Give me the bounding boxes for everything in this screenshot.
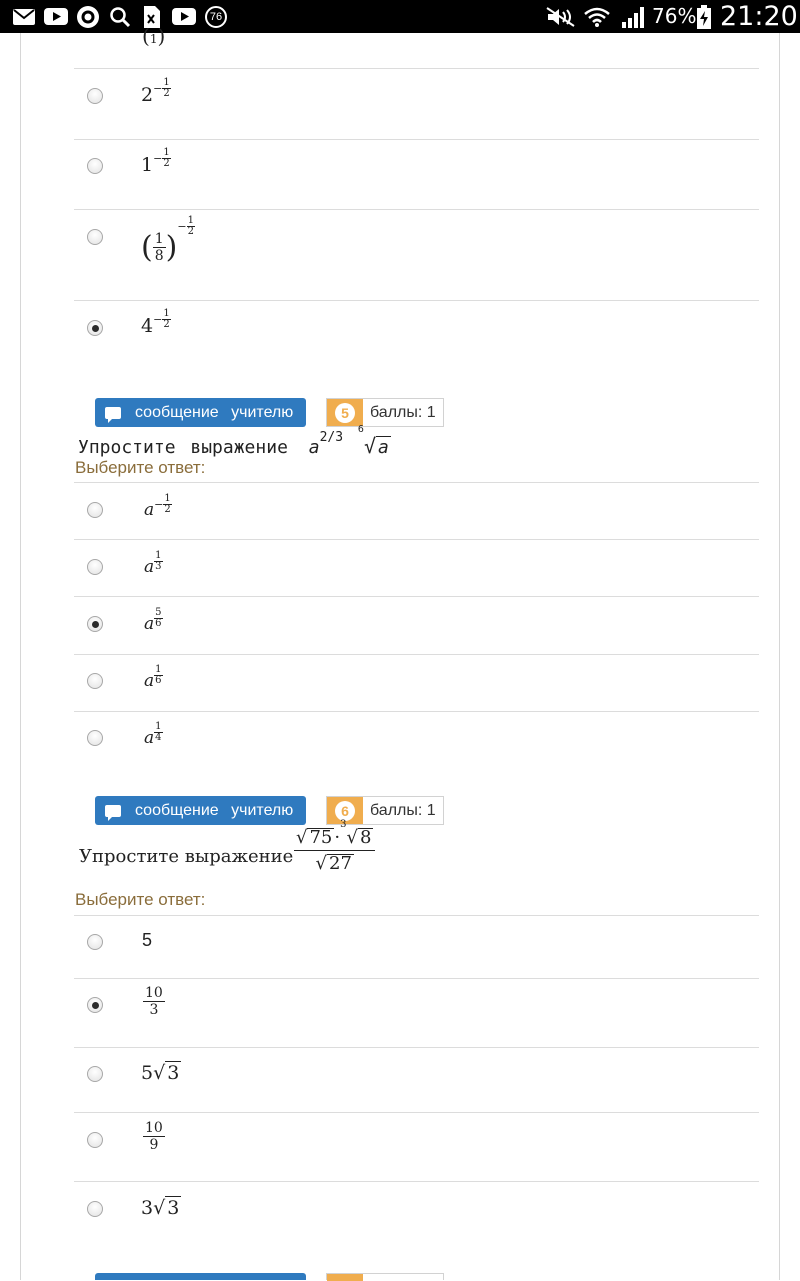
chat-bubble-icon <box>105 804 121 821</box>
q5-option-4-math: a16 <box>144 664 163 691</box>
q5-choose-label: Выберите ответ: <box>75 458 206 477</box>
q5-option-5-radio[interactable] <box>87 730 103 746</box>
search-icon <box>108 0 132 33</box>
q5-option-3-radio[interactable] <box>87 616 103 632</box>
message-teacher-button[interactable] <box>95 1273 306 1280</box>
option-separator <box>74 1181 759 1182</box>
q6-option-4-math: 10 9 <box>143 1120 165 1153</box>
q6-option-5-radio[interactable] <box>87 1201 103 1217</box>
question-number-box: 5 баллы: 1 <box>326 398 444 427</box>
q6-option-1-answer: 5 <box>142 930 153 950</box>
youtube-icon <box>44 0 68 33</box>
q6-option-2-math: 10 3 <box>143 985 165 1018</box>
option-separator <box>74 68 759 69</box>
question-number-badge: 5 <box>327 399 363 426</box>
clock: 21:20 <box>720 1 798 32</box>
mute-icon <box>546 0 576 33</box>
option-separator <box>74 915 759 916</box>
option-separator <box>74 139 759 140</box>
q5-option-5-math: a14 <box>144 721 163 748</box>
q6-choose-label: Выберите ответ: <box>75 890 206 909</box>
q4-option-4-math: 4− 1 2 <box>141 308 171 337</box>
q5-option-2-radio[interactable] <box>87 559 103 575</box>
q5-prompt-text: Упростите выражение <box>78 437 288 458</box>
option-separator <box>74 711 759 712</box>
q4-option-1-math: 2− 1 2 <box>141 77 171 106</box>
q6-prompt-expression: √ 75·3√ 8 √ 27 <box>294 820 376 873</box>
notification-count-icon: 76 <box>204 0 228 33</box>
notification-count: 76 <box>205 5 227 28</box>
q5-option-4-radio[interactable] <box>87 673 103 689</box>
q4-option-3-radio[interactable] <box>87 229 103 245</box>
option-separator <box>74 654 759 655</box>
youtube-icon <box>172 0 196 33</box>
cut-off-math: (1) <box>142 24 166 48</box>
option-separator <box>74 1112 759 1113</box>
option-separator <box>74 300 759 301</box>
question-number-box <box>326 1273 444 1281</box>
q5-option-1-radio[interactable] <box>87 502 103 518</box>
q4-option-2-math: 1− 1 2 <box>141 147 171 176</box>
app-circle-icon <box>76 0 100 33</box>
q6-option-3-radio[interactable] <box>87 1066 103 1082</box>
q5-option-3-math: a56 <box>144 607 163 634</box>
message-teacher-label: сообщение учителю <box>135 403 294 421</box>
q6-option-4-radio[interactable] <box>87 1132 103 1148</box>
question-points: баллы: 1 <box>370 403 436 421</box>
option-separator <box>74 1047 759 1048</box>
question-number: 6 <box>335 800 355 821</box>
battery-icon <box>696 0 712 33</box>
q5-prompt: Упростите выражение a2/3 6√ a <box>78 424 391 458</box>
q6-option-3-math: 5√ 3 <box>141 1061 182 1084</box>
q6-option-5-math: 3√ 3 <box>141 1196 182 1219</box>
battery-percent: 76% <box>652 4 697 28</box>
signal-icon <box>620 0 648 33</box>
q4-option-1-radio[interactable] <box>87 88 103 104</box>
option-separator <box>74 482 759 483</box>
message-teacher-button[interactable]: сообщение учителю <box>95 398 306 427</box>
option-separator <box>74 209 759 210</box>
q6-prompt-text: Упростите выражение <box>79 846 294 867</box>
question-number: 5 <box>335 402 355 423</box>
q6-option-1-radio[interactable] <box>87 934 103 950</box>
page-content-frame <box>20 33 780 1280</box>
q4-option-2-radio[interactable] <box>87 158 103 174</box>
q6-option-2-radio[interactable] <box>87 997 103 1013</box>
wifi-icon <box>584 0 610 33</box>
option-separator <box>74 978 759 979</box>
q5-option-1-math: a− 1 2 <box>144 493 172 520</box>
option-separator <box>74 539 759 540</box>
q4-option-3-math: (1 8)− 1 2 <box>141 215 195 265</box>
q4-option-4-radio[interactable] <box>87 320 103 336</box>
chat-bubble-icon <box>105 406 121 423</box>
gmail-icon <box>12 0 36 33</box>
message-teacher-label: сообщение учителю <box>135 801 294 819</box>
message-teacher-button[interactable]: сообщение учителю <box>95 796 306 825</box>
status-bar: 76 76% 21:20 <box>0 0 800 33</box>
q5-option-2-math: a13 <box>144 550 163 577</box>
question-points: баллы: 1 <box>370 801 436 819</box>
option-separator <box>74 596 759 597</box>
